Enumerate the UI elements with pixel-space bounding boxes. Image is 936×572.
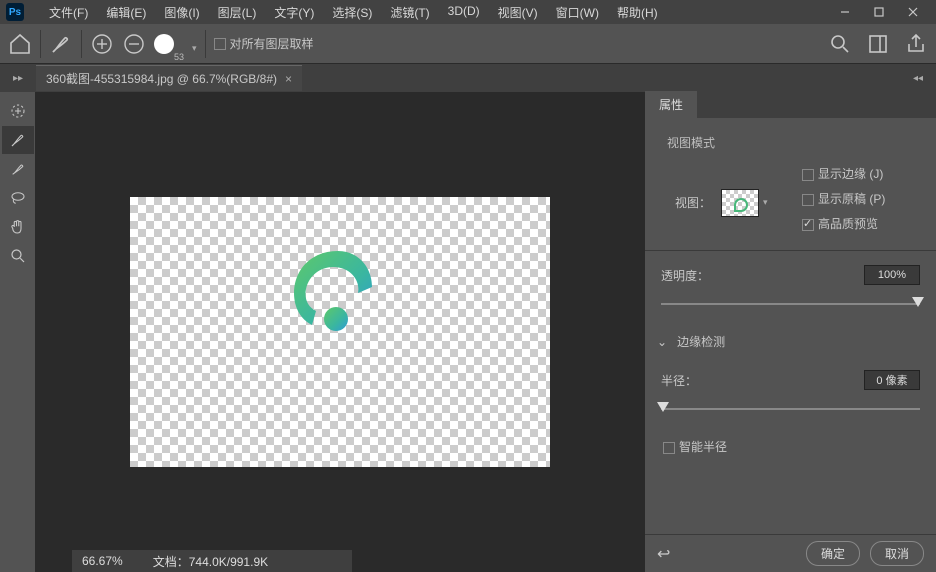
view-label: 视图： [661,194,721,211]
divider [645,250,936,251]
brush-size-label: 53 [174,52,184,62]
divider [81,30,82,58]
document-tab-bar: ▸▸ 360截图-455315984.jpg @ 66.7%(RGB/8#) ×… [0,64,936,92]
add-mode-icon[interactable] [90,32,114,56]
close-button[interactable] [896,0,930,24]
chevron-down-icon[interactable]: ▾ [763,197,768,208]
zoom-level[interactable]: 66.67% [82,554,123,568]
panel-tab-row: 属性 [645,92,936,118]
opacity-label: 透明度： [661,267,709,284]
options-bar: 53 ▾ 对所有图层取样 [0,24,936,64]
reset-icon[interactable]: ↩ [657,544,670,564]
share-icon[interactable] [904,32,928,56]
maximize-button[interactable] [862,0,896,24]
subtract-mode-icon[interactable] [122,32,146,56]
brush-tool[interactable] [2,155,34,183]
window-controls [828,0,930,24]
brush-swatch[interactable]: 53 ▾ [154,34,197,54]
chevron-down-icon: ⌄ [657,335,667,349]
checkbox-icon [214,38,226,50]
menu-type[interactable]: 文字(Y) [265,0,323,25]
workspace-icon[interactable] [866,32,890,56]
divider [205,30,206,58]
properties-tab[interactable]: 属性 [645,91,697,118]
minimize-button[interactable] [828,0,862,24]
document-content-logo [280,247,380,337]
cancel-button[interactable]: 取消 [870,541,924,566]
menu-bar: 文件(F) 编辑(E) 图像(I) 图层(L) 文字(Y) 选择(S) 滤镜(T… [40,0,667,25]
view-thumbnail[interactable] [721,189,759,217]
menu-view[interactable]: 视图(V) [489,0,547,25]
divider [40,30,41,58]
canvas-area[interactable]: 66.67% 文档：744.0K/991.9K [36,92,644,572]
brush-tip-icon [154,34,174,54]
show-edge-checkbox[interactable]: 显示边缘 (J) [800,165,920,182]
document-tab[interactable]: 360截图-455315984.jpg @ 66.7%(RGB/8#) × [36,65,302,91]
left-panel-toggle[interactable]: ▸▸ [0,64,36,92]
lasso-tool[interactable] [2,184,34,212]
view-mode-heading: 视图模式 [667,134,920,151]
opacity-slider[interactable] [661,295,920,313]
radius-input[interactable]: 0 像素 [864,370,920,390]
status-bar: 66.67% 文档：744.0K/991.9K [72,550,352,572]
menu-layer[interactable]: 图层(L) [209,0,266,25]
hq-preview-checkbox[interactable]: 高品质预览 [800,215,920,232]
home-icon[interactable] [8,32,32,56]
document-tab-label: 360截图-455315984.jpg @ 66.7%(RGB/8#) [46,70,277,87]
menu-help[interactable]: 帮助(H) [608,0,667,25]
close-tab-icon[interactable]: × [285,72,292,86]
titlebar: Ps 文件(F) 编辑(E) 图像(I) 图层(L) 文字(Y) 选择(S) 滤… [0,0,936,24]
app-logo: Ps [6,3,24,21]
hand-tool[interactable] [2,213,34,241]
edge-detect-section[interactable]: ⌄ 边缘检测 [657,333,920,350]
menu-window[interactable]: 窗口(W) [547,0,608,25]
quick-select-tool[interactable] [2,97,34,125]
brush-preview-icon[interactable] [49,32,73,56]
zoom-tool[interactable] [2,242,34,270]
ok-button[interactable]: 确定 [806,541,860,566]
properties-panel: 属性 视图模式 视图： ▾ 显示边缘 (J) 显示原稿 (P) 高品质预览 透明… [644,92,936,572]
menu-filter[interactable]: 滤镜(T) [381,0,438,25]
right-panel-toggle[interactable]: ◂◂ [900,64,936,92]
menu-edit[interactable]: 编辑(E) [97,0,155,25]
radius-slider[interactable] [661,400,920,418]
show-original-checkbox[interactable]: 显示原稿 (P) [800,190,920,207]
radius-label: 半径： [661,372,697,389]
refine-brush-tool[interactable] [2,126,34,154]
chevron-down-icon: ▾ [192,43,197,54]
menu-select[interactable]: 选择(S) [323,0,381,25]
smart-radius-checkbox[interactable]: 智能半径 [661,438,920,455]
panel-footer: ↩ 确定 取消 [645,534,936,572]
left-toolbar [0,92,36,572]
workspace: 66.67% 文档：744.0K/991.9K 属性 视图模式 视图： ▾ 显示… [0,92,936,572]
sample-all-layers-checkbox[interactable]: 对所有图层取样 [214,35,314,52]
menu-image[interactable]: 图像(I) [155,0,208,25]
canvas[interactable] [130,197,550,467]
doc-info: 文档：744.0K/991.9K [153,553,268,570]
opacity-input[interactable]: 100% [864,265,920,285]
menu-file[interactable]: 文件(F) [40,0,97,25]
sample-all-label: 对所有图层取样 [230,35,314,52]
menu-3d[interactable]: 3D(D) [439,0,489,25]
search-icon[interactable] [828,32,852,56]
panel-body: 视图模式 视图： ▾ 显示边缘 (J) 显示原稿 (P) 高品质预览 透明度： … [645,118,936,534]
